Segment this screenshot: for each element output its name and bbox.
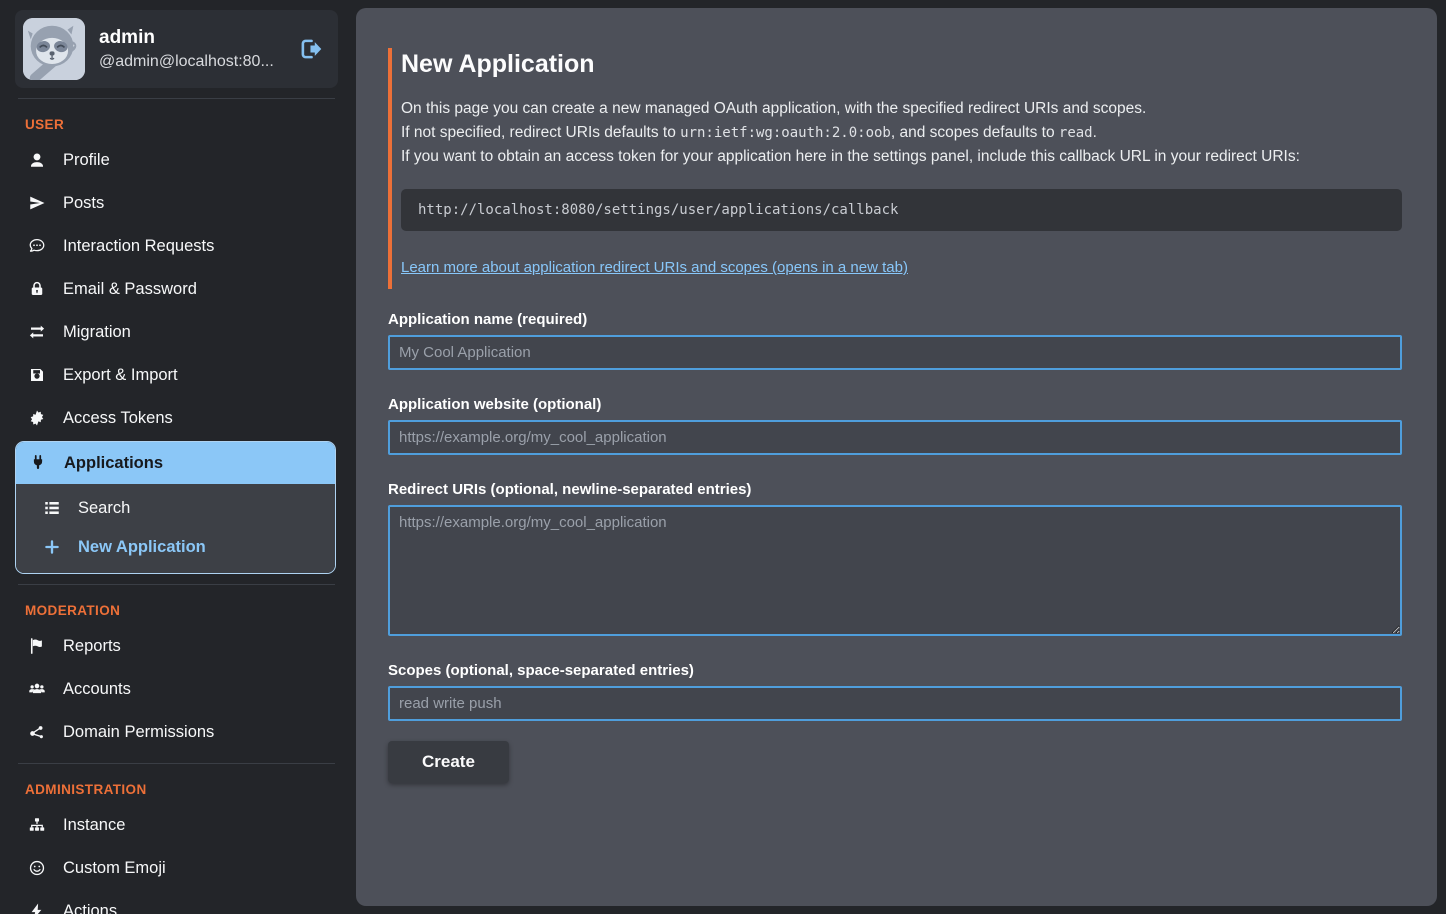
floppy-disk-icon <box>27 365 47 385</box>
user-icon <box>27 150 47 170</box>
sitemap-icon <box>27 815 47 835</box>
application-website-field-group: Application website (optional) <box>388 396 1402 455</box>
sidebar-item-posts[interactable]: Posts <box>15 182 338 224</box>
intro-line-2-text: . <box>1093 124 1097 141</box>
sidebar-item-export-import[interactable]: Export & Import <box>15 354 338 396</box>
sidebar-item-label: Reports <box>63 637 121 656</box>
sidebar-divider <box>18 584 335 585</box>
seal-icon <box>27 408 47 428</box>
user-card: admin @admin@localhost:80... <box>15 10 338 88</box>
intro-block: New Application On this page you can cre… <box>388 48 1402 289</box>
sidebar-item-domain-permissions[interactable]: Domain Permissions <box>15 711 338 753</box>
sidebar-item-label: Accounts <box>63 680 131 699</box>
section-header-user: USER <box>15 105 338 138</box>
avatar[interactable] <box>23 18 85 80</box>
application-name-label: Application name (required) <box>388 311 1402 328</box>
bolt-icon <box>27 901 47 914</box>
sidebar-item-label: Posts <box>63 194 104 213</box>
callback-url: http://localhost:8080/settings/user/appl… <box>418 202 898 218</box>
learn-more-link[interactable]: Learn more about application redirect UR… <box>401 259 908 276</box>
share-nodes-icon <box>27 722 47 742</box>
intro-line-1: On this page you can create a new manage… <box>401 97 1402 121</box>
sidebar-item-accounts[interactable]: Accounts <box>15 668 338 710</box>
sidebar-item-label: Access Tokens <box>63 409 173 428</box>
sidebar-item-email-password[interactable]: Email & Password <box>15 268 338 310</box>
paper-plane-icon <box>27 193 47 213</box>
new-application-form: Application name (required) Application … <box>388 311 1402 783</box>
sidebar-item-access-tokens[interactable]: Access Tokens <box>15 397 338 439</box>
sidebar-item-applications[interactable]: Applications <box>16 442 335 484</box>
sidebar-item-label: Profile <box>63 151 110 170</box>
lock-icon <box>27 279 47 299</box>
page-title: New Application <box>401 50 1402 79</box>
user-display-name: admin <box>99 27 284 49</box>
redirect-uris-field-group: Redirect URIs (optional, newline-separat… <box>388 481 1402 636</box>
sidebar-item-label: Interaction Requests <box>63 237 214 256</box>
section-header-moderation: MODERATION <box>15 591 338 624</box>
exchange-arrows-icon <box>27 322 47 342</box>
oob-uri-code: urn:ietf:wg:oauth:2.0:oob <box>680 125 891 141</box>
submenu-item-label: Search <box>78 499 130 518</box>
intro-line-2-text: , and scopes defaults to <box>891 124 1059 141</box>
settings-sidebar: admin @admin@localhost:80... USER Profil… <box>0 0 356 914</box>
submenu-item-search[interactable]: Search <box>16 489 335 527</box>
create-button[interactable]: Create <box>388 741 509 783</box>
section-header-administration: ADMINISTRATION <box>15 770 338 803</box>
sidebar-item-custom-emoji[interactable]: Custom Emoji <box>15 847 338 889</box>
sidebar-item-label: Instance <box>63 816 125 835</box>
sidebar-item-actions[interactable]: Actions <box>15 890 338 914</box>
flag-icon <box>27 636 47 656</box>
application-name-field-group: Application name (required) <box>388 311 1402 370</box>
sidebar-divider <box>18 763 335 764</box>
sidebar-item-profile[interactable]: Profile <box>15 139 338 181</box>
sidebar-item-label: Export & Import <box>63 366 178 385</box>
intro-line-2-text: If not specified, redirect URIs defaults… <box>401 124 680 141</box>
application-name-input[interactable] <box>388 335 1402 370</box>
sloth-avatar-icon <box>23 18 85 80</box>
intro-line-3: If you want to obtain an access token fo… <box>401 145 1402 169</box>
new-application-panel: New Application On this page you can cre… <box>356 8 1437 906</box>
callback-url-block: http://localhost:8080/settings/user/appl… <box>401 189 1402 231</box>
sidebar-item-label: Migration <box>63 323 131 342</box>
comment-dots-icon <box>27 236 47 256</box>
applications-submenu: Search New Application <box>16 484 335 573</box>
sidebar-divider <box>18 98 335 99</box>
sidebar-item-label: Domain Permissions <box>63 723 214 742</box>
sidebar-item-migration[interactable]: Migration <box>15 311 338 353</box>
sidebar-item-label: Custom Emoji <box>63 859 166 878</box>
plug-icon <box>28 453 48 473</box>
sidebar-item-reports[interactable]: Reports <box>15 625 338 667</box>
user-meta: admin @admin@localhost:80... <box>99 27 284 71</box>
smiley-icon <box>27 858 47 878</box>
scopes-label: Scopes (optional, space-separated entrie… <box>388 662 1402 679</box>
plus-icon <box>42 537 62 557</box>
scopes-field-group: Scopes (optional, space-separated entrie… <box>388 662 1402 721</box>
sidebar-item-instance[interactable]: Instance <box>15 804 338 846</box>
list-icon <box>42 498 62 518</box>
sidebar-item-interaction-requests[interactable]: Interaction Requests <box>15 225 338 267</box>
submenu-item-new-application[interactable]: New Application <box>16 528 335 566</box>
users-icon <box>27 679 47 699</box>
user-handle: @admin@localhost:80... <box>99 53 284 71</box>
application-website-label: Application website (optional) <box>388 396 1402 413</box>
sign-out-icon[interactable] <box>298 36 324 62</box>
redirect-uris-label: Redirect URIs (optional, newline-separat… <box>388 481 1402 498</box>
application-website-input[interactable] <box>388 420 1402 455</box>
sidebar-item-label: Actions <box>63 902 117 914</box>
applications-nav-group: Applications Search New Application <box>15 441 336 574</box>
sidebar-item-label: Email & Password <box>63 280 197 299</box>
redirect-uris-textarea[interactable] <box>388 505 1402 636</box>
submenu-item-label: New Application <box>78 538 206 557</box>
scopes-input[interactable] <box>388 686 1402 721</box>
intro-line-2: If not specified, redirect URIs defaults… <box>401 121 1402 145</box>
read-scope-code: read <box>1059 125 1093 141</box>
sidebar-item-label: Applications <box>64 454 163 473</box>
